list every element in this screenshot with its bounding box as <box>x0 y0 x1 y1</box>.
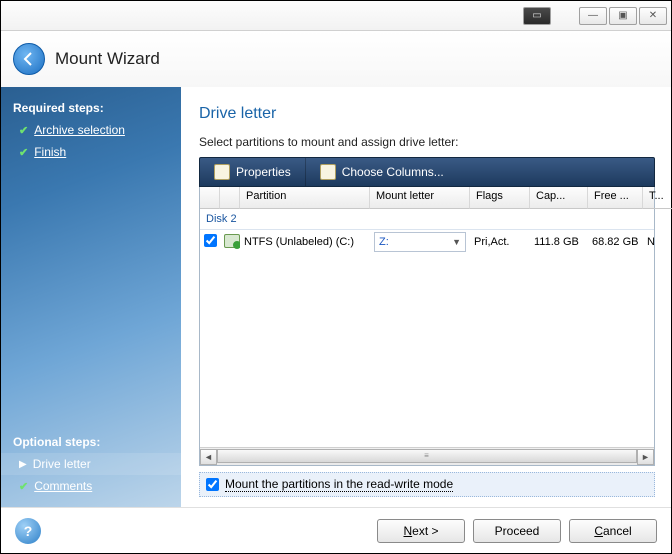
arrow-right-icon: ▶ <box>19 459 27 470</box>
header: Mount Wizard <box>1 31 671 87</box>
titlebar-icon: ▭ <box>523 7 551 25</box>
col-checkbox[interactable] <box>200 187 220 209</box>
wizard-title: Mount Wizard <box>55 49 160 69</box>
col-icon <box>220 187 240 209</box>
cell-flags: Pri,Act. <box>470 236 530 248</box>
help-button[interactable]: ? <box>15 518 41 544</box>
table-row[interactable]: NTFS (Unlabeled) (C:) Z: ▼ Pri,Act. 111.… <box>200 230 654 254</box>
minimize-button[interactable]: — <box>579 7 607 25</box>
col-free[interactable]: Free ... <box>588 187 643 209</box>
check-icon: ✔ <box>19 124 28 137</box>
scroll-right-button[interactable]: ► <box>637 449 654 465</box>
back-button[interactable] <box>13 43 45 75</box>
cell-capacity: 111.8 GB <box>530 236 588 248</box>
cell-partition: NTFS (Unlabeled) (C:) <box>240 236 370 248</box>
sidebar-item-comments[interactable]: ✔ Comments <box>1 475 181 497</box>
properties-label: Properties <box>236 165 291 179</box>
horizontal-scrollbar[interactable]: ◄ ≡ ► <box>200 447 654 465</box>
sidebar-item-label: Drive letter <box>33 457 91 471</box>
col-capacity[interactable]: Cap... <box>530 187 588 209</box>
optional-steps-heading: Optional steps: <box>1 431 181 453</box>
read-write-label: Mount the partitions in the read-write m… <box>225 477 453 492</box>
col-mount-letter[interactable]: Mount letter <box>370 187 470 209</box>
mount-letter-dropdown[interactable]: Z: ▼ <box>374 232 466 252</box>
scroll-left-button[interactable]: ◄ <box>200 449 217 465</box>
col-type[interactable]: T... <box>643 187 672 209</box>
table-toolbar: Properties Choose Columns... <box>199 157 655 187</box>
check-icon: ✔ <box>19 480 28 493</box>
columns-icon <box>320 164 336 180</box>
drive-icon <box>224 234 240 248</box>
disk-group: Disk 2 <box>200 209 654 230</box>
sidebar-item-drive-letter[interactable]: ▶ Drive letter <box>1 453 181 475</box>
proceed-button[interactable]: Proceed <box>473 519 561 543</box>
choose-columns-label: Choose Columns... <box>342 165 444 179</box>
choose-columns-button[interactable]: Choose Columns... <box>306 158 654 186</box>
chevron-down-icon: ▼ <box>452 237 461 247</box>
col-flags[interactable]: Flags <box>470 187 530 209</box>
instruction-text: Select partitions to mount and assign dr… <box>199 135 655 149</box>
cell-free: 68.82 GB <box>588 236 643 248</box>
table-body: Disk 2 NTFS (Unlabeled) (C:) Z: ▼ Pri,Ac… <box>200 209 654 447</box>
titlebar: ▭ — ▣ ✕ <box>1 1 671 31</box>
sidebar-item-finish[interactable]: ✔ Finish <box>1 141 181 163</box>
properties-icon <box>214 164 230 180</box>
scroll-thumb[interactable]: ≡ <box>217 449 637 463</box>
cancel-button[interactable]: Cancel <box>569 519 657 543</box>
mount-letter-value: Z: <box>379 236 389 248</box>
scroll-track[interactable]: ≡ <box>217 449 637 465</box>
page-title: Drive letter <box>199 105 655 123</box>
sidebar-item-label: Comments <box>34 479 92 493</box>
column-headers: Partition Mount letter Flags Cap... Free… <box>200 187 654 209</box>
maximize-button[interactable]: ▣ <box>609 7 637 25</box>
sidebar-item-label: Finish <box>34 145 66 159</box>
mount-wizard-window: ▭ — ▣ ✕ Mount Wizard Required steps: ✔ A… <box>0 0 672 554</box>
sidebar-item-archive-selection[interactable]: ✔ Archive selection <box>1 119 181 141</box>
check-icon: ✔ <box>19 146 28 159</box>
read-write-checkbox[interactable] <box>206 478 219 491</box>
col-partition[interactable]: Partition <box>240 187 370 209</box>
sidebar-item-label: Archive selection <box>34 123 125 137</box>
sidebar: Required steps: ✔ Archive selection ✔ Fi… <box>1 87 181 507</box>
required-steps-heading: Required steps: <box>1 97 181 119</box>
partition-table: Partition Mount letter Flags Cap... Free… <box>199 187 655 466</box>
row-checkbox[interactable] <box>204 234 217 247</box>
cell-type: NTFS <box>643 236 654 248</box>
arrow-left-icon <box>21 51 37 67</box>
footer: ? Next > Proceed Cancel <box>1 507 671 553</box>
read-write-option[interactable]: Mount the partitions in the read-write m… <box>199 472 655 497</box>
next-button[interactable]: Next > <box>377 519 465 543</box>
close-button[interactable]: ✕ <box>639 7 667 25</box>
properties-button[interactable]: Properties <box>200 158 306 186</box>
main-panel: Drive letter Select partitions to mount … <box>181 87 671 507</box>
